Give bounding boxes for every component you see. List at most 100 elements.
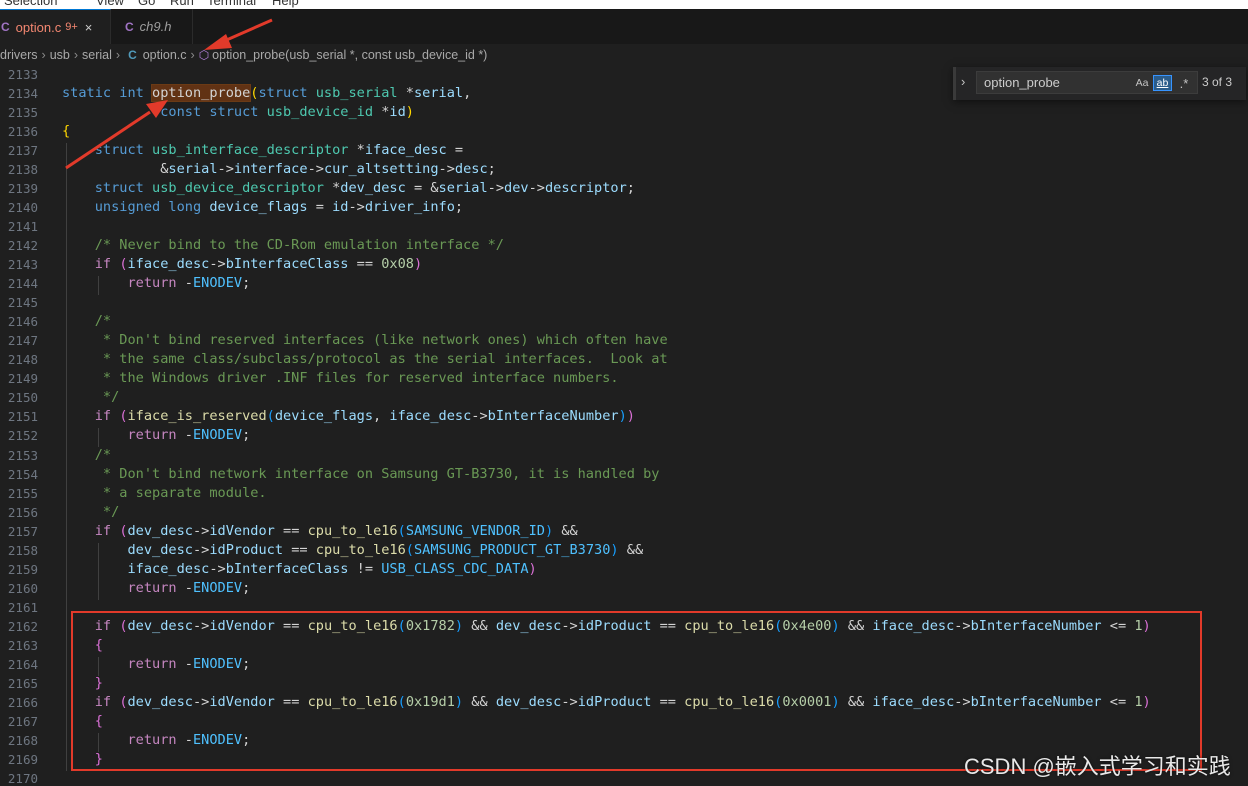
whole-word-toggle[interactable]: ab	[1153, 75, 1172, 91]
menu-item[interactable]: Go	[138, 0, 155, 8]
code-line: const struct usb_device_id *id)	[62, 104, 414, 120]
code-token: ->	[528, 179, 545, 196]
chevron-right-icon: ›	[41, 48, 46, 62]
breadcrumb-item-symbol[interactable]: option_probe(usb_serial *, const usb_dev…	[212, 48, 487, 62]
breadcrumb-item-file[interactable]: option.c	[143, 48, 187, 62]
code-token: USB_CLASS_CDC_DATA	[381, 560, 529, 577]
tab-ch9-h[interactable]: C ch9.h	[111, 9, 193, 44]
chevron-right-icon: ›	[190, 48, 195, 62]
code-token: (	[405, 541, 414, 558]
problems-badge: 9+	[65, 21, 78, 33]
code-token: ;	[454, 198, 464, 215]
indent-guide	[98, 542, 99, 600]
code-line: * the Windows driver .INF files for rese…	[62, 370, 619, 386]
code-token: * the Windows driver .INF files for rese…	[94, 370, 619, 387]
line-number: 2145	[7, 295, 38, 311]
code-token: ->	[192, 522, 210, 539]
line-number: 2163	[7, 638, 38, 653]
line-number: 2155	[7, 485, 38, 501]
code-token: (	[119, 408, 128, 425]
code-line: unsigned long device_flags = id->driver_…	[62, 199, 463, 215]
code-token: dev_desc	[340, 179, 406, 196]
line-number: 2134	[7, 85, 38, 101]
code-token: (	[119, 256, 128, 272]
code-token: serial	[168, 160, 218, 177]
code-token: usb_serial	[315, 84, 406, 101]
code-token: cur_altsetting	[323, 160, 439, 177]
line-number: 2151	[7, 409, 38, 425]
breadcrumb-item-usb[interactable]: usb	[50, 48, 70, 62]
menu-item[interactable]: View	[96, 0, 124, 8]
indent-guide	[66, 142, 67, 772]
regex-toggle[interactable]: .*	[1175, 75, 1193, 91]
code-token: )	[544, 522, 554, 539]
chevron-right-icon[interactable]: ›	[961, 74, 965, 89]
code-token: SAMSUNG_VENDOR_ID	[405, 522, 545, 539]
line-number: 2169	[7, 752, 38, 768]
code-token: struct	[209, 103, 267, 120]
code-line: return -ENODEV;	[62, 580, 250, 596]
code-token: return	[127, 427, 185, 444]
breadcrumb-item-drivers[interactable]: drivers	[0, 48, 38, 62]
code-token: bInterfaceNumber	[487, 408, 619, 425]
editor-tab-bar: C option.c 9+ × C ch9.h	[0, 9, 1248, 45]
code-line: * Don't bind network interface on Samsun…	[62, 465, 660, 482]
code-token: bInterfaceClass	[225, 256, 349, 272]
menu-item[interactable]: Selection	[4, 0, 57, 8]
code-token: ==	[274, 522, 308, 539]
code-line: static int option_probe(struct usb_seria…	[62, 83, 471, 102]
line-number: 2158	[7, 542, 38, 558]
line-number: 2147	[7, 333, 38, 349]
code-line: if (iface_desc->bInterfaceClass == 0x08)	[62, 256, 422, 272]
menu-item[interactable]: Run	[170, 0, 194, 8]
code-token: ;	[242, 579, 251, 596]
code-token: ->	[471, 408, 488, 425]
code-token: * Don't bind network interface on Samsun…	[94, 465, 660, 482]
menu-item[interactable]: Help	[272, 0, 299, 8]
code-token: !=	[348, 560, 382, 577]
line-number: 2164	[7, 657, 38, 673]
code-token: device_flags	[209, 198, 308, 215]
breadcrumb-item-serial[interactable]: serial	[82, 48, 112, 62]
menu-bar: Selection View Go Run Terminal Help	[0, 0, 1248, 9]
code-token: -	[184, 579, 193, 596]
csdn-watermark: CSDN @嵌入式学习和实践	[964, 754, 1231, 779]
code-token: ;	[242, 275, 251, 292]
code-token: return	[127, 579, 185, 596]
line-number: 2148	[7, 352, 38, 368]
code-token: ->	[209, 256, 226, 272]
code-token: iface_desc	[364, 141, 447, 158]
line-number: 2156	[7, 504, 38, 520]
code-line: * a separate module.	[62, 485, 267, 501]
code-token: /*	[94, 313, 112, 330]
code-token: /* Never bind to the CD-Rom emulation in…	[94, 236, 504, 253]
match-case-toggle[interactable]: Aa	[1133, 75, 1151, 91]
code-token: desc	[454, 160, 488, 177]
find-input[interactable]: option_probe Aa ab .*	[976, 71, 1198, 94]
code-token: const	[160, 103, 210, 120]
code-token: )	[610, 541, 619, 558]
code-token: )	[528, 560, 537, 577]
code-token: ENODEV	[192, 427, 243, 444]
code-line: */	[62, 389, 119, 405]
code-token: */	[94, 389, 120, 406]
line-number: 2135	[7, 104, 38, 120]
code-token: if	[94, 256, 120, 272]
line-number: 2153	[7, 447, 38, 463]
code-token: if	[94, 522, 120, 539]
menu-item[interactable]: Terminal	[207, 0, 256, 8]
code-token: ->	[192, 541, 210, 558]
code-token: ==	[283, 541, 316, 558]
code-token: * a separate module.	[94, 484, 267, 501]
line-number: 2133	[7, 66, 38, 82]
code-line: /*	[62, 447, 111, 463]
code-token: struct	[258, 84, 316, 101]
code-token: usb_interface_descriptor	[152, 141, 357, 158]
code-token: iface_desc	[127, 560, 210, 577]
code-line: return -ENODEV;	[62, 275, 250, 291]
tab-label: option.c	[15, 19, 62, 35]
code-token: =	[446, 141, 464, 158]
close-icon[interactable]: ×	[85, 20, 93, 35]
tab-option-c[interactable]: C option.c 9+ ×	[0, 9, 111, 44]
